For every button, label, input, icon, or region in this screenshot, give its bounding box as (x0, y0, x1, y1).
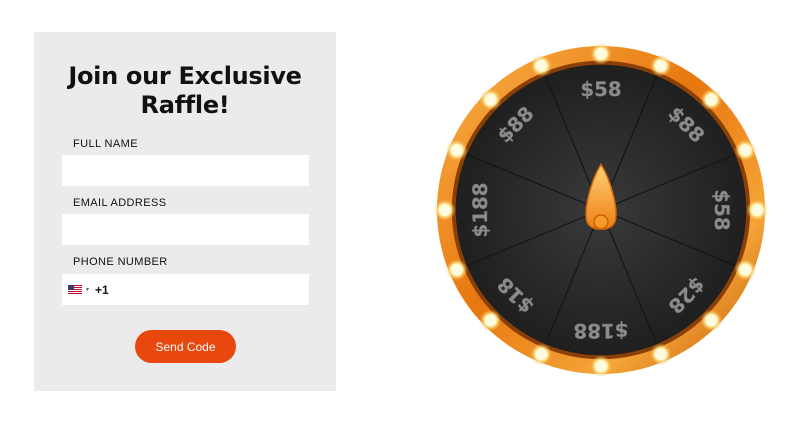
wheel-bulb (439, 204, 451, 216)
phone-input[interactable] (108, 275, 309, 304)
email-input[interactable] (62, 214, 309, 245)
us-flag-icon (68, 285, 82, 294)
title-line-2: Raffle! (140, 91, 230, 119)
wheel-bulb (739, 264, 751, 276)
wheel-bulb (739, 144, 751, 156)
wheel-bulb (451, 144, 463, 156)
send-code-button[interactable]: Send Code (135, 330, 236, 363)
page-title: Join our Exclusive Raffle! (34, 62, 336, 120)
wheel-bulb (655, 60, 667, 72)
title-line-1: Join our Exclusive (68, 62, 302, 90)
wheel-bulb (595, 48, 607, 60)
full-name-input[interactable] (62, 155, 309, 186)
wheel-bulb (451, 264, 463, 276)
phone-label: PHONE NUMBER (73, 256, 168, 268)
wheel-bulb (535, 348, 547, 360)
wheel-prize-label: $188 (574, 319, 629, 342)
wheel-bulb (535, 60, 547, 72)
full-name-label: FULL NAME (73, 138, 138, 150)
chevron-down-icon: ▼ (85, 286, 90, 293)
wheel-bulb (485, 94, 497, 106)
wheel-bulb (705, 94, 717, 106)
wheel-prize-label: $58 (580, 78, 621, 101)
phone-field: ▼ +1 (62, 274, 309, 305)
wheel-prize-label: $58 (710, 189, 733, 230)
wheel-bulb (751, 204, 763, 216)
wheel-prize-label: $188 (469, 183, 492, 238)
prize-wheel: $58$88$58$28$188$18$188$88 (433, 42, 769, 378)
wheel-bulb (655, 348, 667, 360)
dial-code: +1 (94, 282, 109, 297)
raffle-signup-card: Join our Exclusive Raffle! FULL NAME EMA… (34, 32, 336, 391)
country-selector[interactable]: ▼ (62, 285, 90, 294)
email-label: EMAIL ADDRESS (73, 197, 167, 209)
wheel-bulb (485, 314, 497, 326)
wheel-bulb (595, 360, 607, 372)
wheel-bulb (705, 314, 717, 326)
